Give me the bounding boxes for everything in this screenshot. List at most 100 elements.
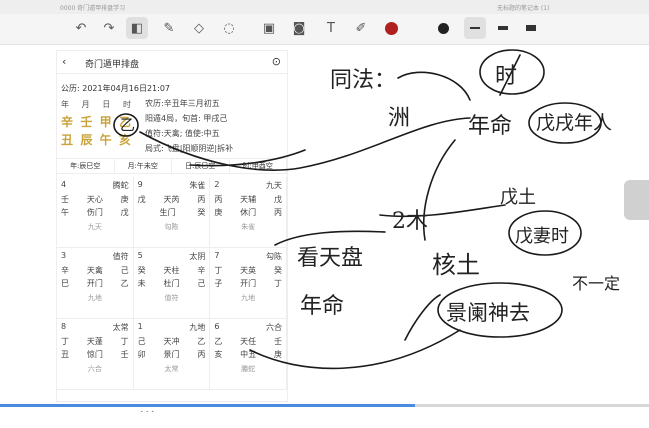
palace-row: 己 天冲 乙	[138, 336, 206, 349]
camera-icon[interactable]: ◙	[288, 17, 310, 39]
palace-value: 天芮	[163, 195, 180, 204]
medium-stroke-icon[interactable]	[492, 17, 514, 39]
back-arrow-icon[interactable]: ‹	[62, 55, 66, 68]
palace-number: 2	[214, 180, 220, 189]
pillar-label: 时	[122, 100, 131, 109]
palace-footer: 九地	[241, 294, 256, 302]
progress-fill	[0, 404, 416, 407]
side-drag-handle[interactable]	[624, 180, 649, 220]
status-bar: 0000 奇门遁甲排盘学习 无标题的笔记本 (1)	[0, 0, 649, 14]
palace-head: 2 九天	[214, 180, 282, 194]
eraser-icon[interactable]: ◧	[126, 17, 148, 39]
palace-value: 天任	[240, 337, 257, 346]
palace-row: 亥 中五 庚	[214, 349, 282, 362]
palace-head: 7 勾陈	[214, 251, 282, 265]
handwriting-text: 景阑神去	[446, 301, 530, 325]
palace-value: 未	[137, 279, 146, 288]
pillar-label: 月	[81, 100, 90, 109]
lasso-icon[interactable]: ◌	[218, 17, 240, 39]
pillar-stem: 辛	[61, 115, 74, 129]
palace-value: 惊门	[86, 350, 103, 359]
video-progress-bar[interactable]	[0, 404, 649, 407]
palace-value: 辛	[197, 266, 206, 275]
palace-cell: 7 勾陈丁 天英 癸子 开门 丁九地	[210, 248, 287, 319]
kong-item: 日:辰巳空	[172, 159, 230, 173]
pillar-stem: 甲	[99, 115, 112, 129]
pillar-branch: 丑	[61, 133, 74, 147]
redo-icon[interactable]: ↷	[98, 17, 120, 39]
palace-cell: 8 太常丁 天蓬 丁丑 惊门 壬六合	[57, 319, 134, 390]
handwriting-text: 戊土	[500, 187, 536, 208]
palace-value: 戊	[137, 195, 146, 204]
palace-cell: 4 腾蛇壬 天心 庚午 伤门 戊九天	[57, 177, 134, 248]
palace-value: 生门	[159, 208, 176, 217]
palace-footer: 朱雀	[241, 223, 256, 231]
palace-row: 巳 开门 乙	[61, 278, 129, 291]
date-line: 公历: 2021年04月16日21:07	[61, 84, 171, 93]
palace-value: 辛	[61, 266, 69, 275]
palace-value: 丙	[214, 195, 223, 204]
pillar-branch: 辰	[80, 133, 93, 147]
kong-item: 年:辰巳空	[57, 159, 115, 173]
app-header: ‹ 奇门遁甲排盘 ⊙	[57, 51, 287, 74]
palace-value: 丁	[120, 337, 129, 346]
image-icon[interactable]: ▣	[258, 17, 280, 39]
kong-row: 年:辰巳空 月:午未空 日:辰巳空 时:申酉空	[57, 158, 287, 174]
color-red-icon[interactable]	[380, 17, 402, 39]
info-line: 值符:天禽; 值使:中五	[145, 129, 220, 138]
close-circle-icon[interactable]: ⊙	[272, 55, 281, 68]
undo-icon[interactable]: ↶	[70, 17, 92, 39]
palace-value: 天禽	[86, 266, 103, 275]
palace-footer: 六合	[87, 365, 102, 373]
highlighter-icon[interactable]: ✐	[350, 17, 372, 39]
thin-stroke-icon[interactable]	[464, 17, 486, 39]
palace-number: 1	[137, 322, 143, 331]
palace-row: 丙 天辅 戊	[214, 194, 282, 207]
pillar-stem: 壬	[80, 115, 93, 129]
pillar-branch: 午	[99, 133, 112, 147]
palace-cell: 1 九地己 天冲 乙卯 景门 丙太常	[133, 319, 211, 390]
palace-god: 太阴	[189, 252, 206, 261]
palace-value: 天辅	[240, 195, 257, 204]
palace-row: 壬 天心 庚	[61, 194, 129, 207]
text-icon[interactable]: T	[320, 17, 342, 39]
palace-value: 庚	[214, 208, 223, 217]
palace-row: 癸 天柱 辛	[138, 265, 206, 278]
palace-row: 庚 休门 丙	[214, 207, 282, 220]
palace-value: 壬	[273, 337, 282, 346]
handwriting-text: 年命	[300, 294, 345, 319]
kong-item: 时:申酉空	[230, 159, 287, 173]
palace-cell: 3 值符辛 天禽 己巳 开门 乙九地	[57, 248, 134, 319]
handwriting-text: 时	[495, 64, 518, 89]
palace-value: 庚	[120, 195, 129, 204]
palace-value: 午	[61, 208, 69, 217]
palace-value: 壬	[61, 195, 69, 204]
handwriting-text: 戊妻时	[515, 226, 569, 247]
palace-value: 戊	[273, 195, 282, 204]
palace-value: 戊	[120, 208, 129, 217]
palace-value: 癸	[197, 208, 206, 217]
pillar-label: 日	[102, 100, 111, 109]
palace-god: 朱雀	[189, 181, 206, 190]
shapes-icon[interactable]: ◇	[188, 17, 210, 39]
thick-stroke-icon[interactable]	[520, 17, 542, 39]
palace-value: 丙	[197, 350, 206, 359]
palace-cell: 6 六合乙 天任 壬亥 中五 庚螣蛇	[210, 319, 287, 390]
palace-head: 3 值符	[61, 251, 129, 265]
palace-value: 开门	[240, 279, 257, 288]
palace-cell: 2 九天丙 天辅 戊庚 休门 丙朱雀	[210, 177, 287, 248]
palace-value: 己	[137, 337, 146, 346]
color-black-icon[interactable]	[432, 17, 454, 39]
palace-number: 8	[61, 322, 67, 331]
palace-number: 6	[214, 322, 220, 331]
chart-info: 农历:辛丑年三月初五 阳遁4局，旬首: 甲戌己 值符:天禽; 值使:中五 局式:…	[145, 96, 233, 156]
handwriting-text: 戊戌年人	[536, 112, 613, 134]
palace-footer: 九地	[87, 294, 102, 302]
palace-value: 天心	[86, 195, 103, 204]
pen-icon[interactable]: ✎	[158, 17, 180, 39]
palace-value: 休门	[240, 208, 257, 217]
handwriting-text: 看天盘	[297, 246, 364, 271]
palace-value: 景门	[163, 350, 180, 359]
palace-row: 午 伤门 戊	[61, 207, 129, 220]
status-left-text: 0000 奇门遁甲排盘学习	[60, 5, 126, 12]
